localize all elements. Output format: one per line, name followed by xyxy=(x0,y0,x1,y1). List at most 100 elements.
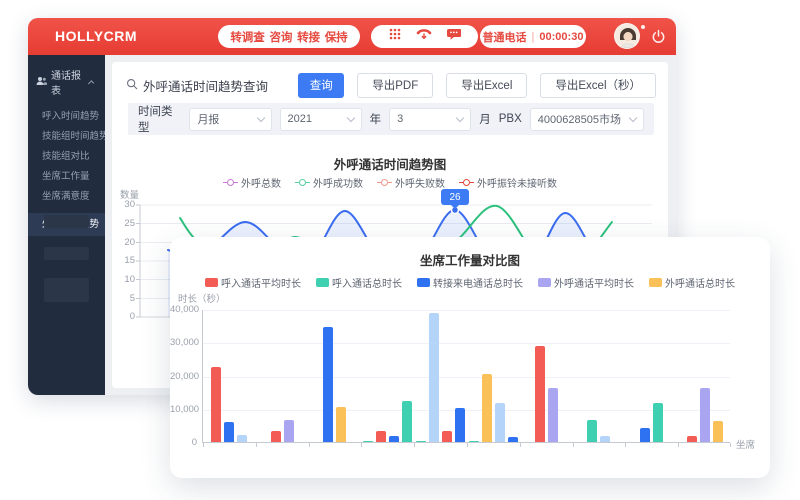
chevron-down-icon xyxy=(346,113,354,121)
sidebar-item-agent-satisfaction[interactable]: 坐席满意度 xyxy=(28,187,105,207)
bar xyxy=(416,441,426,442)
consult-button[interactable]: 咨询 xyxy=(269,29,292,45)
chevron-down-icon xyxy=(629,113,637,121)
legend-item-outbound-noanswer[interactable]: 外呼振铃未接听数 xyxy=(459,175,557,190)
ring-marker-icon xyxy=(377,179,392,186)
legend-item-outbound-avg[interactable]: 外呼通话平均时长 xyxy=(538,275,634,290)
year-value: 2021 xyxy=(288,113,312,125)
month-value: 3 xyxy=(397,113,403,125)
month-select[interactable]: 3 xyxy=(389,108,471,131)
transfer-survey-button[interactable]: 转调查 xyxy=(230,29,265,45)
sidebar-item-inbound-trend[interactable]: 呼入时间趋势 xyxy=(28,107,105,127)
skeleton-block xyxy=(44,278,89,302)
bar-group xyxy=(678,309,731,442)
sidebar-section-label: 通话报表 xyxy=(51,67,85,97)
dialpad-icon[interactable] xyxy=(388,27,402,46)
call-status-pill: 普通电话 | 00:00:30 xyxy=(480,25,586,48)
line-chart-legend: 外呼总数 外呼成功数 外呼失败数 外呼振铃未接听数 xyxy=(112,175,668,190)
time-type-select[interactable]: 月报 xyxy=(189,108,271,131)
legend-item-transfer-total[interactable]: 转接来电通话总时长 xyxy=(417,275,523,290)
call-timer: 00:00:30 xyxy=(539,31,583,43)
bar xyxy=(587,420,597,442)
legend-item-inbound-avg[interactable]: 呼入通话平均时长 xyxy=(205,275,301,290)
bar xyxy=(495,403,505,442)
legend-label: 呼入通话总时长 xyxy=(332,275,402,290)
export-pdf-button[interactable]: 导出PDF xyxy=(357,73,433,98)
y-tick: 20,000 xyxy=(170,371,197,382)
year-select[interactable]: 2021 xyxy=(280,108,362,131)
chart-tooltip: 26 xyxy=(441,189,469,205)
chevron-down-icon xyxy=(456,113,464,121)
bar-chart-plot xyxy=(202,310,730,443)
y-tick: 40,000 xyxy=(170,304,197,315)
transfer-button[interactable]: 转接 xyxy=(297,29,320,45)
bar xyxy=(535,346,545,442)
bar xyxy=(429,313,439,442)
bar-group xyxy=(573,309,626,442)
pbx-value: 4000628505市场 xyxy=(538,111,621,127)
bar-group xyxy=(309,309,362,442)
legend-item-outbound-total[interactable]: 外呼通话总时长 xyxy=(649,275,735,290)
legend-label: 外呼振铃未接听数 xyxy=(477,175,557,190)
status-divider: | xyxy=(532,31,535,43)
x-tick xyxy=(467,443,468,447)
x-tick xyxy=(573,443,574,447)
legend-item-outbound-total[interactable]: 外呼总数 xyxy=(223,175,281,190)
bar xyxy=(687,436,697,442)
hold-button[interactable]: 保持 xyxy=(325,29,348,45)
bar-group xyxy=(467,309,520,442)
x-tick xyxy=(678,443,679,447)
bar xyxy=(224,422,234,442)
sidebar-item-skillgroup-trend[interactable]: 技能组时间趋势 xyxy=(28,127,105,147)
power-icon[interactable] xyxy=(651,29,666,44)
bar xyxy=(482,374,492,443)
bar xyxy=(508,437,518,442)
bar-group xyxy=(256,309,309,442)
legend-item-outbound-success[interactable]: 外呼成功数 xyxy=(295,175,363,190)
ring-marker-icon xyxy=(295,179,310,186)
query-form: 时间类型 月报 2021 年 3 xyxy=(128,103,654,135)
x-tick xyxy=(361,443,362,447)
bar xyxy=(548,388,558,443)
screen: HOLLYCRM 转调查 咨询 转接 保持 xyxy=(0,0,800,500)
workload-chart-card: 坐席工作量对比图 呼入通话平均时长 呼入通话总时长 转接来电通话总时长 外呼通话… xyxy=(170,237,770,478)
month-unit-label: 月 xyxy=(479,111,491,127)
export-excel-button[interactable]: 导出Excel xyxy=(446,73,527,98)
skeleton-block xyxy=(44,247,89,260)
sidebar-section-call-reports[interactable]: 通话报表 xyxy=(28,55,105,107)
sidebar-item-skillgroup-compare[interactable]: 技能组对比 xyxy=(28,147,105,167)
bar xyxy=(653,403,663,442)
chevron-up-icon xyxy=(88,80,95,87)
search-button[interactable]: 查询 xyxy=(298,73,344,98)
y-tick: 30,000 xyxy=(170,337,197,348)
bar xyxy=(389,436,399,442)
legend-label: 呼入通话平均时长 xyxy=(221,275,301,290)
legend-item-inbound-total[interactable]: 呼入通话总时长 xyxy=(316,275,402,290)
bar xyxy=(600,436,610,442)
x-tick xyxy=(256,443,257,447)
bar-x-axis-title: 坐席 xyxy=(736,437,755,451)
y-tick: 0 xyxy=(170,437,197,448)
swatch-icon xyxy=(205,278,218,287)
notification-dot xyxy=(641,25,645,29)
legend-item-outbound-fail[interactable]: 外呼失败数 xyxy=(377,175,445,190)
app-logo: HOLLYCRM xyxy=(55,18,137,55)
user-avatar[interactable] xyxy=(614,23,640,49)
bar xyxy=(640,428,650,442)
hangup-phone-icon[interactable] xyxy=(416,27,432,46)
pbx-select[interactable]: 4000628505市场 xyxy=(530,108,644,131)
swatch-icon xyxy=(417,278,430,287)
chat-icon[interactable] xyxy=(446,27,461,46)
legend-label: 转接来电通话总时长 xyxy=(433,275,523,290)
skeleton-block xyxy=(44,215,89,228)
export-excel-sec-button[interactable]: 导出Excel（秒） xyxy=(540,73,656,98)
chevron-down-icon xyxy=(256,113,264,121)
bar xyxy=(700,388,710,443)
x-tick xyxy=(625,443,626,447)
bar-group xyxy=(625,309,678,442)
bar-y-axis-title: 时长（秒） xyxy=(178,291,226,305)
y-tick: 10,000 xyxy=(170,404,197,415)
bar xyxy=(211,367,221,443)
sidebar-item-agent-workload[interactable]: 坐席工作量 xyxy=(28,167,105,187)
call-action-group: 转调查 咨询 转接 保持 xyxy=(218,25,360,48)
